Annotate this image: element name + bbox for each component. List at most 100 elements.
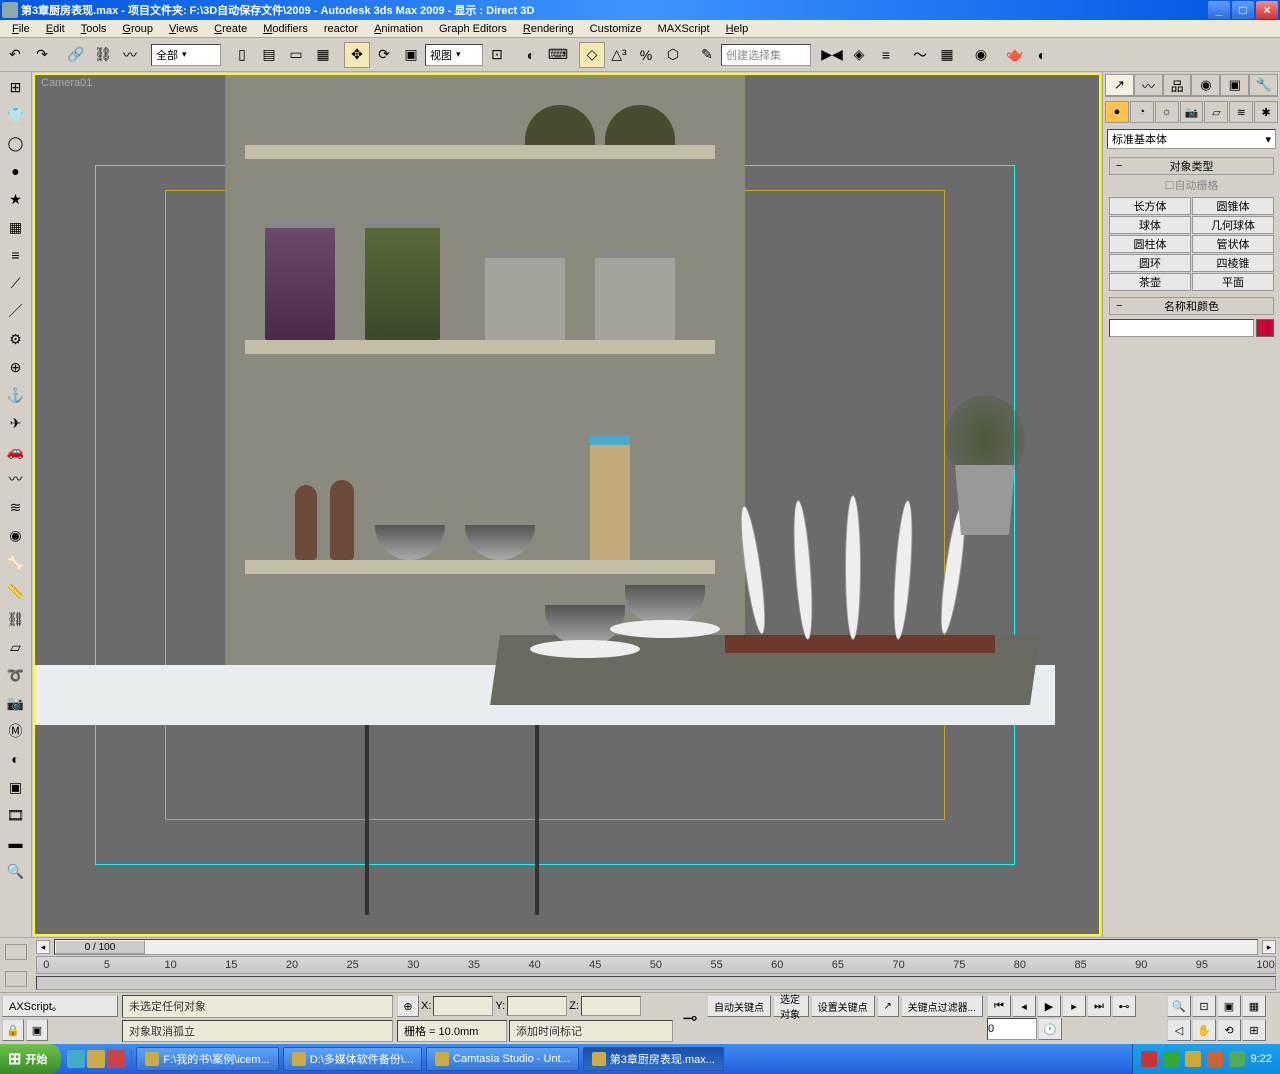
- time-slider-track[interactable]: 0 / 100: [54, 939, 1258, 955]
- desktop-icon[interactable]: [87, 1050, 105, 1068]
- spacewarps-subtab[interactable]: ≋: [1229, 101, 1253, 123]
- pivot-button[interactable]: ⊡: [484, 42, 510, 68]
- select-scale-button[interactable]: ▣: [398, 42, 424, 68]
- primitive-长方体[interactable]: 长方体: [1109, 197, 1191, 215]
- task-3[interactable]: 第3章厨房表现.max...: [583, 1047, 724, 1071]
- gear-icon[interactable]: ⚙: [3, 326, 29, 352]
- next-frame-button[interactable]: ▸: [1062, 995, 1086, 1017]
- modify-tab[interactable]: 〰: [1134, 74, 1163, 96]
- key-icon[interactable]: ⊸: [682, 1008, 697, 1029]
- mirror-button[interactable]: ▶◀: [819, 42, 845, 68]
- category-dropdown[interactable]: 标准基本体▾: [1107, 129, 1276, 149]
- autogrid-checkbox[interactable]: ☐ 自动栅格: [1109, 177, 1274, 193]
- close-button[interactable]: ×: [1256, 1, 1278, 19]
- chain-icon[interactable]: ⛓: [3, 606, 29, 632]
- sphere2-icon[interactable]: ◐: [3, 746, 29, 772]
- time-config-button[interactable]: 🕐: [1038, 1018, 1062, 1040]
- render-setup-button[interactable]: 🫖: [1002, 42, 1028, 68]
- selection-filter-dropdown[interactable]: 全部: [151, 44, 221, 66]
- stack-icon[interactable]: ≡: [3, 242, 29, 268]
- utilities-tab[interactable]: 🔧: [1249, 74, 1278, 96]
- rope-icon[interactable]: ➰: [3, 662, 29, 688]
- maxscript-button[interactable]: AXScript。: [2, 995, 118, 1017]
- undo-button[interactable]: ↶: [2, 42, 28, 68]
- orbit-button[interactable]: ⟲: [1217, 1019, 1241, 1041]
- time-slider-handle[interactable]: 0 / 100: [55, 940, 145, 954]
- menu-group[interactable]: Group: [114, 23, 161, 35]
- star-icon[interactable]: ★: [3, 186, 29, 212]
- tray-shield-icon[interactable]: [1141, 1051, 1157, 1067]
- keyboard-shortcut-button[interactable]: ⌨: [545, 42, 571, 68]
- cube-icon[interactable]: ▣: [3, 774, 29, 800]
- zoom-icon[interactable]: 🔍: [3, 858, 29, 884]
- align-button[interactable]: ◈: [846, 42, 872, 68]
- primitive-几何球体[interactable]: 几何球体: [1192, 216, 1274, 234]
- unlink-button[interactable]: ⛓: [90, 42, 116, 68]
- render-button[interactable]: ◐: [1029, 42, 1055, 68]
- maximize-viewport-button[interactable]: ⊞: [1242, 1019, 1266, 1041]
- tray-volume-icon[interactable]: [1185, 1051, 1201, 1067]
- time-tag-input[interactable]: 添加时间标记: [509, 1020, 673, 1042]
- z-input[interactable]: [581, 996, 641, 1016]
- tab-panel-icon[interactable]: ⊞: [3, 74, 29, 100]
- zoom-extents-button[interactable]: ▣: [1217, 995, 1241, 1017]
- primitive-四棱锥[interactable]: 四棱锥: [1192, 254, 1274, 272]
- select-button[interactable]: ▯: [229, 42, 255, 68]
- wand-icon[interactable]: ⟋: [3, 270, 29, 296]
- media-icon[interactable]: [107, 1050, 125, 1068]
- time-prev-button[interactable]: ◂: [36, 940, 50, 954]
- ball-icon[interactable]: ●: [3, 158, 29, 184]
- menu-edit[interactable]: Edit: [38, 23, 73, 35]
- menu-grapheditors[interactable]: Graph Editors: [431, 23, 515, 35]
- pan-button[interactable]: ✋: [1192, 1019, 1216, 1041]
- select-region-button[interactable]: ▭: [283, 42, 309, 68]
- clock[interactable]: 9:22: [1251, 1053, 1272, 1065]
- menu-tools[interactable]: Tools: [73, 23, 115, 35]
- spinner-snap-button[interactable]: ⬡: [660, 42, 686, 68]
- primitive-球体[interactable]: 球体: [1109, 216, 1191, 234]
- zoom-extents-all-button[interactable]: ▦: [1242, 995, 1266, 1017]
- goto-end-button[interactable]: ⏭: [1087, 995, 1111, 1017]
- spiral-icon[interactable]: ◉: [3, 522, 29, 548]
- maximize-button[interactable]: □: [1232, 1, 1254, 19]
- checker-icon[interactable]: ▦: [3, 214, 29, 240]
- display-tab[interactable]: ▣: [1220, 74, 1249, 96]
- zoom-all-button[interactable]: ⊡: [1192, 995, 1216, 1017]
- redo-button[interactable]: ↷: [29, 42, 55, 68]
- percent-snap-button[interactable]: %: [633, 42, 659, 68]
- menu-create[interactable]: Create: [206, 23, 255, 35]
- menu-reactor[interactable]: reactor: [316, 23, 366, 35]
- primitive-圆锥体[interactable]: 圆锥体: [1192, 197, 1274, 215]
- geometry-subtab[interactable]: ●: [1105, 101, 1129, 123]
- time-ruler[interactable]: 0510152025303540455055606570758085909510…: [36, 956, 1276, 974]
- anchor-icon[interactable]: ⚓: [3, 382, 29, 408]
- primitive-圆环[interactable]: 圆环: [1109, 254, 1191, 272]
- zoom-button[interactable]: 🔍: [1167, 995, 1191, 1017]
- schematic-view-button[interactable]: ▦: [934, 42, 960, 68]
- curve-editor-button[interactable]: 〜: [907, 42, 933, 68]
- sphere-icon[interactable]: ◯: [3, 130, 29, 156]
- set-key-button[interactable]: 设置关键点: [811, 995, 875, 1017]
- lights-subtab[interactable]: ☼: [1155, 101, 1179, 123]
- systems-subtab[interactable]: ✱: [1254, 101, 1278, 123]
- select-by-name-button[interactable]: ▤: [256, 42, 282, 68]
- time-scrollbar[interactable]: [36, 976, 1276, 990]
- tray-network-icon[interactable]: [1163, 1051, 1179, 1067]
- select-move-button[interactable]: ✥: [344, 42, 370, 68]
- key-filters-button[interactable]: 关键点过滤器...: [901, 995, 983, 1017]
- knife-icon[interactable]: ／: [3, 298, 29, 324]
- current-frame-input[interactable]: [987, 1018, 1037, 1040]
- key-step-icon[interactable]: ⊷: [1112, 995, 1136, 1017]
- tray-info-icon[interactable]: [1229, 1051, 1245, 1067]
- task-2[interactable]: Camtasia Studio - Unt...: [426, 1047, 579, 1071]
- m-icon[interactable]: Ⓜ: [3, 718, 29, 744]
- target-icon[interactable]: ⊕: [3, 354, 29, 380]
- bone-icon[interactable]: 🦴: [3, 550, 29, 576]
- disk-icon[interactable]: ▬: [3, 830, 29, 856]
- isolate-icon[interactable]: ▣: [26, 1019, 48, 1041]
- car-icon[interactable]: 🚗: [3, 438, 29, 464]
- primitive-圆柱体[interactable]: 圆柱体: [1109, 235, 1191, 253]
- shirt-icon[interactable]: 👕: [3, 102, 29, 128]
- motion-tab[interactable]: ◉: [1191, 74, 1220, 96]
- primitive-茶壶[interactable]: 茶壶: [1109, 273, 1191, 291]
